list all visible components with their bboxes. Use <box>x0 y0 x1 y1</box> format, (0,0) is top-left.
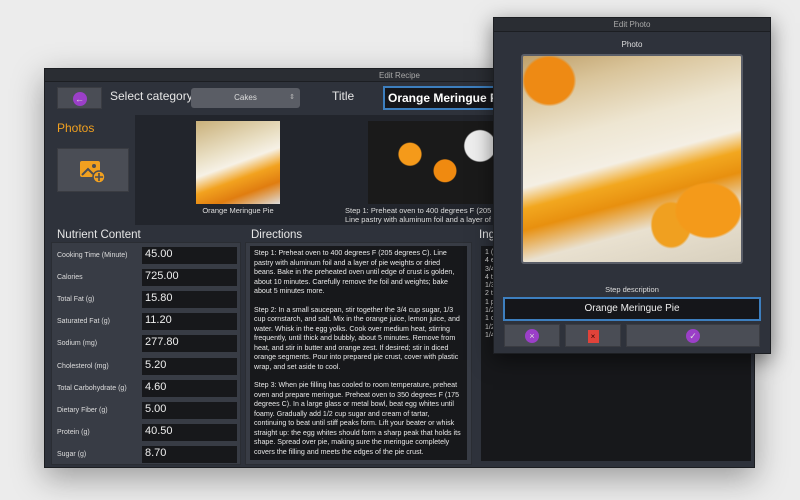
nutrient-value-input[interactable]: 5.20 <box>142 357 237 375</box>
nutrient-value-input[interactable]: 5.00 <box>142 401 237 419</box>
nutrient-label: Total Fat (g) <box>57 295 95 303</box>
add-photo-button[interactable] <box>57 148 129 192</box>
photo-caption: Step 1: Preheat oven to 400 degrees F (2… <box>345 206 492 215</box>
confirm-button[interactable]: ✓ <box>626 324 760 347</box>
direction-step: Step 2: In a small saucepan, stir togeth… <box>254 305 460 371</box>
close-icon: × <box>525 329 539 343</box>
direction-step: Step 1: Preheat oven to 400 degrees F (2… <box>254 249 455 295</box>
nutrient-label: Saturated Fat (g) <box>57 318 110 326</box>
dialog-title: Edit Photo <box>494 18 770 32</box>
photo-preview[interactable] <box>521 54 743 264</box>
select-category-label: Select category <box>110 89 193 103</box>
nutrient-row: Saturated Fat (g) 11.20 <box>52 311 240 333</box>
nutrient-row: Calories 725.00 <box>52 266 240 288</box>
checkmark-icon: ✓ <box>686 329 700 343</box>
cancel-button[interactable]: × <box>504 324 560 347</box>
add-photo-icon <box>80 161 106 184</box>
nutrient-label: Calories <box>57 273 83 281</box>
arrow-left-icon: ← <box>72 92 87 106</box>
trash-icon: × <box>587 330 599 343</box>
photos-label: Photos <box>57 121 95 135</box>
directions-panel: Step 1: Preheat oven to 400 degrees F (2… <box>245 242 472 465</box>
nutrient-heading: Nutrient Content <box>57 229 141 241</box>
updown-chevron-icon: ⇕ <box>289 94 295 101</box>
directions-heading: Directions <box>251 229 303 241</box>
nutrient-row: Sugar (g) 8.70 <box>52 444 240 466</box>
nutrient-label: Total Carbohydrate (g) <box>57 384 127 392</box>
nutrient-value-input[interactable]: 725.00 <box>142 268 237 286</box>
nutrient-value-input[interactable]: 45.00 <box>142 246 237 264</box>
nutrient-value-input[interactable]: 11.20 <box>142 313 237 331</box>
edit-photo-dialog: Edit Photo Photo Step description Orange… <box>493 17 771 354</box>
photo-caption: Line pastry with aluminum foil and a lay… <box>345 215 491 224</box>
step-description-label: Step description <box>605 285 659 294</box>
photo-caption: Orange Meringue Pie <box>202 206 274 215</box>
category-value: Cakes <box>234 93 257 102</box>
photo-thumbnail[interactable] <box>368 121 508 204</box>
nutrient-label: Cooking Time (Minute) <box>57 251 128 259</box>
nutrient-value-input[interactable]: 8.70 <box>142 446 237 464</box>
step-description-input[interactable]: Orange Meringue Pie <box>503 297 761 321</box>
nutrient-label: Dietary Fiber (g) <box>57 406 108 414</box>
directions-text[interactable]: Step 1: Preheat oven to 400 degrees F (2… <box>250 246 467 460</box>
title-label: Title <box>332 89 355 103</box>
nutrient-value-input[interactable]: 4.60 <box>142 379 237 397</box>
nutrient-row: Dietary Fiber (g) 5.00 <box>52 399 240 421</box>
nutrient-label: Sugar (g) <box>57 451 87 459</box>
nutrient-row: Cooking Time (Minute) 45.00 <box>52 244 240 266</box>
nutrient-label: Protein (g) <box>57 429 90 437</box>
delete-button[interactable]: × <box>565 324 621 347</box>
nutrient-row: Total Fat (g) 15.80 <box>52 288 240 310</box>
nutrient-row: Cholesterol (mg) 5.20 <box>52 355 240 377</box>
nutrient-panel: Cooking Time (Minute) 45.00 Calories 725.00… <box>51 242 241 465</box>
direction-step: Step 3: When pie filling has cooled to r… <box>254 381 461 456</box>
photo-thumbnail[interactable] <box>196 121 280 204</box>
back-button[interactable]: ← <box>57 87 102 109</box>
nutrient-row: Total Carbohydrate (g) 4.60 <box>52 377 240 399</box>
nutrient-label: Cholesterol (mg) <box>57 362 109 370</box>
photo-label: Photo <box>621 40 643 49</box>
nutrient-value-input[interactable]: 15.80 <box>142 290 237 308</box>
nutrient-value-input[interactable]: 277.80 <box>142 335 237 353</box>
category-select[interactable]: Cakes ⇕ <box>191 88 300 108</box>
nutrient-value-input[interactable]: 40.50 <box>142 424 237 442</box>
nutrient-row: Protein (g) 40.50 <box>52 422 240 444</box>
nutrient-label: Sodium (mg) <box>57 340 98 348</box>
nutrient-row: Sodium (mg) 277.80 <box>52 333 240 355</box>
